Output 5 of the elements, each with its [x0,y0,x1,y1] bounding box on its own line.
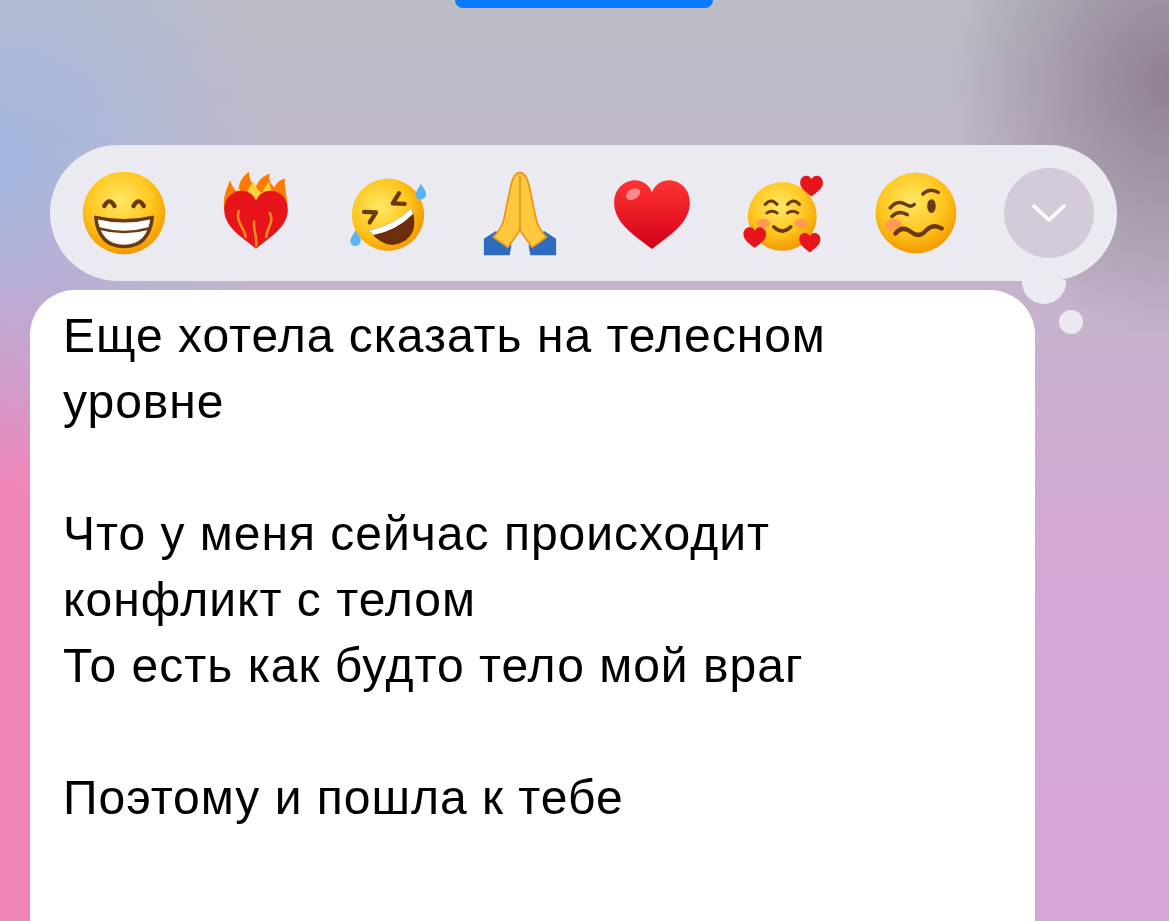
message-text: Еще хотела сказать на телесном уровне Что у меня сейчас происходит конфликт с телом То есть как будто тело мой враг Поэтому и пошла к тебе [63,308,827,826]
grinning-face-icon[interactable] [81,170,167,256]
chevron-down-icon [1032,204,1066,222]
woozy-face-icon[interactable] [873,170,959,256]
tail-dot [1059,310,1083,334]
